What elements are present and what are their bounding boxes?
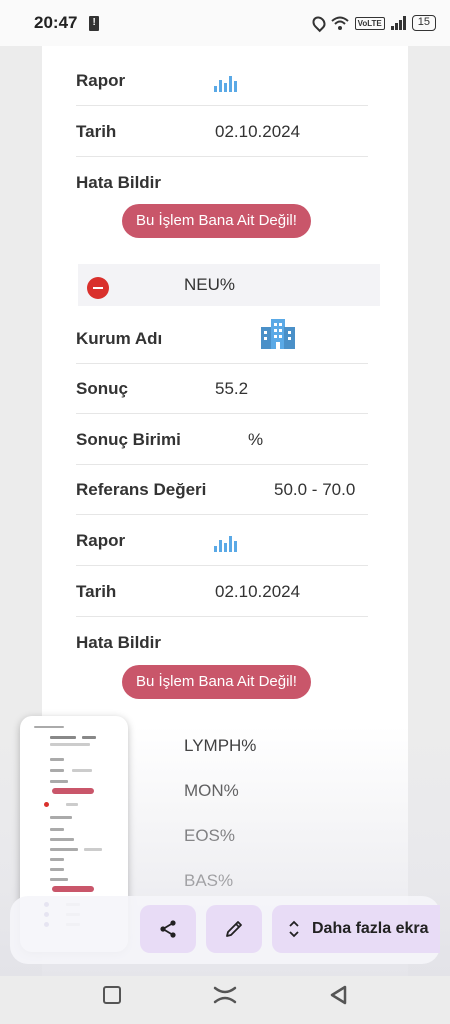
report-error-button-2[interactable]: Bu İşlem Bana Ait Değil! <box>122 665 311 699</box>
referans-row: Referans Değeri 50.0 - 70.0 <box>76 465 368 515</box>
rapor-label-2: Rapor <box>76 530 126 550</box>
location-icon <box>309 13 328 33</box>
signal-icon <box>390 16 406 30</box>
back-triangle-icon[interactable] <box>328 984 348 1006</box>
tarih-row-2: Tarih 02.10.2024 <box>76 567 368 617</box>
tarih-value: 02.10.2024 <box>215 121 301 141</box>
share-icon <box>160 920 176 938</box>
wifi-icon <box>330 16 349 30</box>
edit-button[interactable] <box>206 905 262 953</box>
screenshot-toolbar: Daha fazla ekra <box>10 896 440 964</box>
collapsed-item-eos[interactable]: EOS% <box>184 826 235 846</box>
status-icons: VoLTE 15 <box>309 13 436 33</box>
sim-alert-icon <box>89 15 100 31</box>
collapsed-item-bas[interactable]: BAS% <box>184 871 233 891</box>
scroll-capture-button[interactable]: Daha fazla ekra <box>272 905 440 953</box>
hata-label-2: Hata Bildir <box>76 633 162 652</box>
referans-label: Referans Değeri <box>76 479 207 499</box>
building-icon[interactable] <box>261 319 295 349</box>
status-bar: 20:47 VoLTE 15 <box>0 0 450 46</box>
report-chart-icon-2[interactable] <box>214 536 237 552</box>
sonuc-label: Sonuç <box>76 378 128 398</box>
collapsed-item-mon[interactable]: MON% <box>184 781 239 801</box>
share-button[interactable] <box>140 905 196 953</box>
tarih-label: Tarih <box>76 121 117 141</box>
tarih-value-2: 02.10.2024 <box>215 581 301 601</box>
tarih-row: Tarih 02.10.2024 <box>76 107 368 157</box>
kurum-row: Kurum Adı <box>76 314 368 364</box>
report-error-button[interactable]: Bu İşlem Bana Ait Değil! <box>122 204 311 238</box>
pencil-icon <box>226 921 242 937</box>
kurum-label: Kurum Adı <box>76 328 163 348</box>
hata-row: Hata Bildir <box>76 158 368 208</box>
birim-label: Sonuç Birimi <box>76 429 181 449</box>
rapor-label: Rapor <box>76 70 126 90</box>
hata-row-2: Hata Bildir <box>76 618 368 668</box>
section-title-neu: NEU% <box>184 275 236 294</box>
home-icon[interactable] <box>213 984 237 1006</box>
report-chart-icon[interactable] <box>214 76 237 92</box>
tarih-label-2: Tarih <box>76 581 117 601</box>
status-time: 20:47 <box>34 13 78 32</box>
collapse-minus-icon[interactable] <box>87 277 109 299</box>
sonuc-row: Sonuç 55.2 <box>76 364 368 414</box>
referans-value: 50.0 - 70.0 <box>274 479 356 499</box>
expand-vertical-icon <box>289 920 299 938</box>
volte-badge: VoLTE <box>354 16 385 30</box>
recent-apps-square-icon[interactable] <box>103 986 121 1004</box>
system-nav-bar <box>0 976 450 1024</box>
sonuc-value: 55.2 <box>215 378 249 398</box>
battery-icon: 15 <box>411 15 436 31</box>
birim-value: % <box>248 429 264 449</box>
collapsed-item-lymph[interactable]: LYMPH% <box>184 736 256 756</box>
scroll-capture-label: Daha fazla ekra <box>312 920 429 937</box>
birim-row: Sonuç Birimi % <box>76 415 368 465</box>
hata-label: Hata Bildir <box>76 173 162 192</box>
